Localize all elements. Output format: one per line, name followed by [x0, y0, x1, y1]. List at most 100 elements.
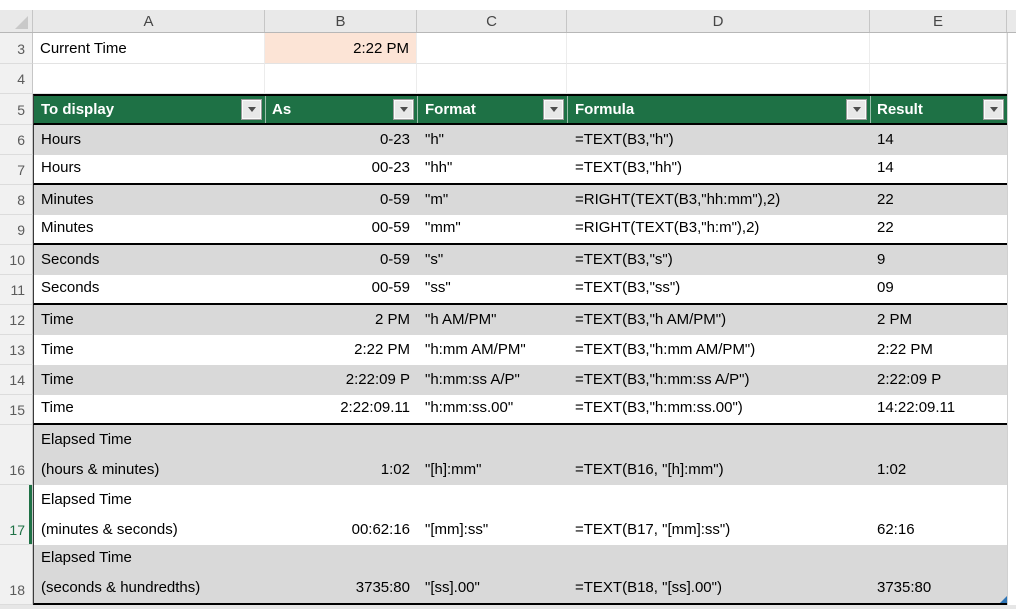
filter-button[interactable] [984, 100, 1003, 119]
cell-as[interactable]: 0-59 [265, 245, 417, 275]
column-header-e[interactable]: E [870, 10, 1007, 32]
column-header-c[interactable]: C [417, 10, 567, 32]
cell-to-display[interactable]: Minutes [33, 185, 265, 215]
cell-formula[interactable]: =TEXT(B3,"h") [567, 125, 870, 155]
row-number[interactable]: 13 [0, 335, 33, 365]
cell-to-display[interactable]: Hours [33, 155, 265, 185]
cell-as[interactable]: 1:02 [265, 425, 417, 485]
column-header-a[interactable]: A [33, 10, 265, 32]
cell-as[interactable]: 3735:80 [265, 545, 417, 605]
cell-to-display[interactable]: Minutes [33, 215, 265, 245]
filter-button[interactable] [394, 100, 413, 119]
filter-button[interactable] [847, 100, 866, 119]
cell-empty[interactable] [417, 33, 567, 64]
cell-formula[interactable]: =RIGHT(TEXT(B3,"hh:mm"),2) [567, 185, 870, 215]
cell-formula[interactable]: =TEXT(B3,"h AM/PM") [567, 305, 870, 335]
cell-result[interactable]: 22 [870, 215, 1007, 245]
row-number[interactable]: 9 [0, 215, 33, 245]
cell-formula[interactable]: =RIGHT(TEXT(B3,"h:m"),2) [567, 215, 870, 245]
cell-empty[interactable] [567, 64, 870, 94]
cell-as[interactable]: 0-23 [265, 125, 417, 155]
cell-empty[interactable] [417, 64, 567, 94]
row-number-3[interactable]: 3 [0, 33, 33, 64]
row-number[interactable]: 11 [0, 275, 33, 305]
row-number[interactable]: 12 [0, 305, 33, 335]
cell-formula[interactable]: =TEXT(B17, "[mm]:ss") [567, 485, 870, 545]
cell-result[interactable]: 62:16 [870, 485, 1007, 545]
cell-as[interactable]: 2:22 PM [265, 335, 417, 365]
cell-empty[interactable] [567, 33, 870, 64]
cell-to-display[interactable]: Seconds [33, 275, 265, 305]
cell-format[interactable]: "h" [417, 125, 567, 155]
row-number[interactable]: 10 [0, 245, 33, 275]
filter-button[interactable] [242, 100, 261, 119]
cell-format[interactable]: "h AM/PM" [417, 305, 567, 335]
cell-to-display[interactable]: Time [33, 395, 265, 425]
cell-result[interactable]: 1:02 [870, 425, 1007, 485]
cell-as[interactable]: 0-59 [265, 185, 417, 215]
filter-button[interactable] [544, 100, 563, 119]
cell-result[interactable]: 2:22 PM [870, 335, 1007, 365]
cell-as[interactable]: 00-59 [265, 275, 417, 305]
row-number[interactable]: 8 [0, 185, 33, 215]
table-header-result[interactable]: Result [870, 94, 1007, 125]
cell-to-display[interactable]: Elapsed Time (seconds & hundredths) [33, 545, 265, 605]
row-number[interactable]: 15 [0, 395, 33, 425]
cell-empty[interactable] [870, 64, 1007, 94]
row-number[interactable]: 17 [0, 485, 33, 545]
cell-formula[interactable]: =TEXT(B3,"s") [567, 245, 870, 275]
cell-format[interactable]: "hh" [417, 155, 567, 185]
cell-format[interactable]: "[ss].00" [417, 545, 567, 605]
row-number[interactable]: 7 [0, 155, 33, 185]
column-header-b[interactable]: B [265, 10, 417, 32]
row-number[interactable]: 14 [0, 365, 33, 395]
cell-empty[interactable] [870, 33, 1007, 64]
cell-result[interactable]: 14 [870, 125, 1007, 155]
cell-as[interactable]: 00-59 [265, 215, 417, 245]
cell-format[interactable]: "mm" [417, 215, 567, 245]
column-header-d[interactable]: D [567, 10, 870, 32]
cell-result[interactable]: 2:22:09 P [870, 365, 1007, 395]
cell-result[interactable]: 3735:80 [870, 545, 1007, 605]
cell-format[interactable]: "ss" [417, 275, 567, 305]
row-number[interactable]: 6 [0, 125, 33, 155]
table-header-format[interactable]: Format [417, 94, 567, 125]
select-all-corner[interactable] [0, 10, 33, 32]
cell-formula[interactable]: =TEXT(B3,"ss") [567, 275, 870, 305]
cell-format[interactable]: "h:mm AM/PM" [417, 335, 567, 365]
row-number[interactable]: 18 [0, 545, 33, 605]
cell-to-display[interactable]: Hours [33, 125, 265, 155]
cell-as[interactable]: 00:62:16 [265, 485, 417, 545]
cell-to-display[interactable]: Elapsed Time (minutes & seconds) [33, 485, 265, 545]
cell-formula[interactable]: =TEXT(B3,"hh") [567, 155, 870, 185]
cell-empty[interactable] [33, 64, 265, 94]
cell-result[interactable]: 2 PM [870, 305, 1007, 335]
cell-current-time-label[interactable]: Current Time [33, 33, 265, 64]
cell-result[interactable]: 09 [870, 275, 1007, 305]
cell-format[interactable]: "h:mm:ss.00" [417, 395, 567, 425]
table-header-as[interactable]: As [265, 94, 417, 125]
cell-empty[interactable] [265, 64, 417, 94]
table-header-to-display[interactable]: To display [33, 94, 265, 125]
cell-result[interactable]: 22 [870, 185, 1007, 215]
cell-result[interactable]: 9 [870, 245, 1007, 275]
cell-formula[interactable]: =TEXT(B18, "[ss].00") [567, 545, 870, 605]
cell-as[interactable]: 00-23 [265, 155, 417, 185]
cell-to-display[interactable]: Seconds [33, 245, 265, 275]
cell-formula[interactable]: =TEXT(B3,"h:mm:ss.00") [567, 395, 870, 425]
cell-format[interactable]: "s" [417, 245, 567, 275]
cell-format[interactable]: "h:mm:ss A/P" [417, 365, 567, 395]
cell-result[interactable]: 14 [870, 155, 1007, 185]
cell-format[interactable]: "[mm]:ss" [417, 485, 567, 545]
cell-to-display[interactable]: Time [33, 335, 265, 365]
table-header-formula[interactable]: Formula [567, 94, 870, 125]
cell-to-display[interactable]: Time [33, 305, 265, 335]
cell-to-display[interactable]: Elapsed Time (hours & minutes) [33, 425, 265, 485]
row-number[interactable]: 16 [0, 425, 33, 485]
cell-as[interactable]: 2:22:09.11 [265, 395, 417, 425]
cell-result[interactable]: 14:22:09.11 [870, 395, 1007, 425]
cell-current-time-value[interactable]: 2:22 PM [265, 33, 417, 64]
cell-formula[interactable]: =TEXT(B3,"h:mm:ss A/P") [567, 365, 870, 395]
cell-formula[interactable]: =TEXT(B3,"h:mm AM/PM") [567, 335, 870, 365]
cell-as[interactable]: 2:22:09 P [265, 365, 417, 395]
